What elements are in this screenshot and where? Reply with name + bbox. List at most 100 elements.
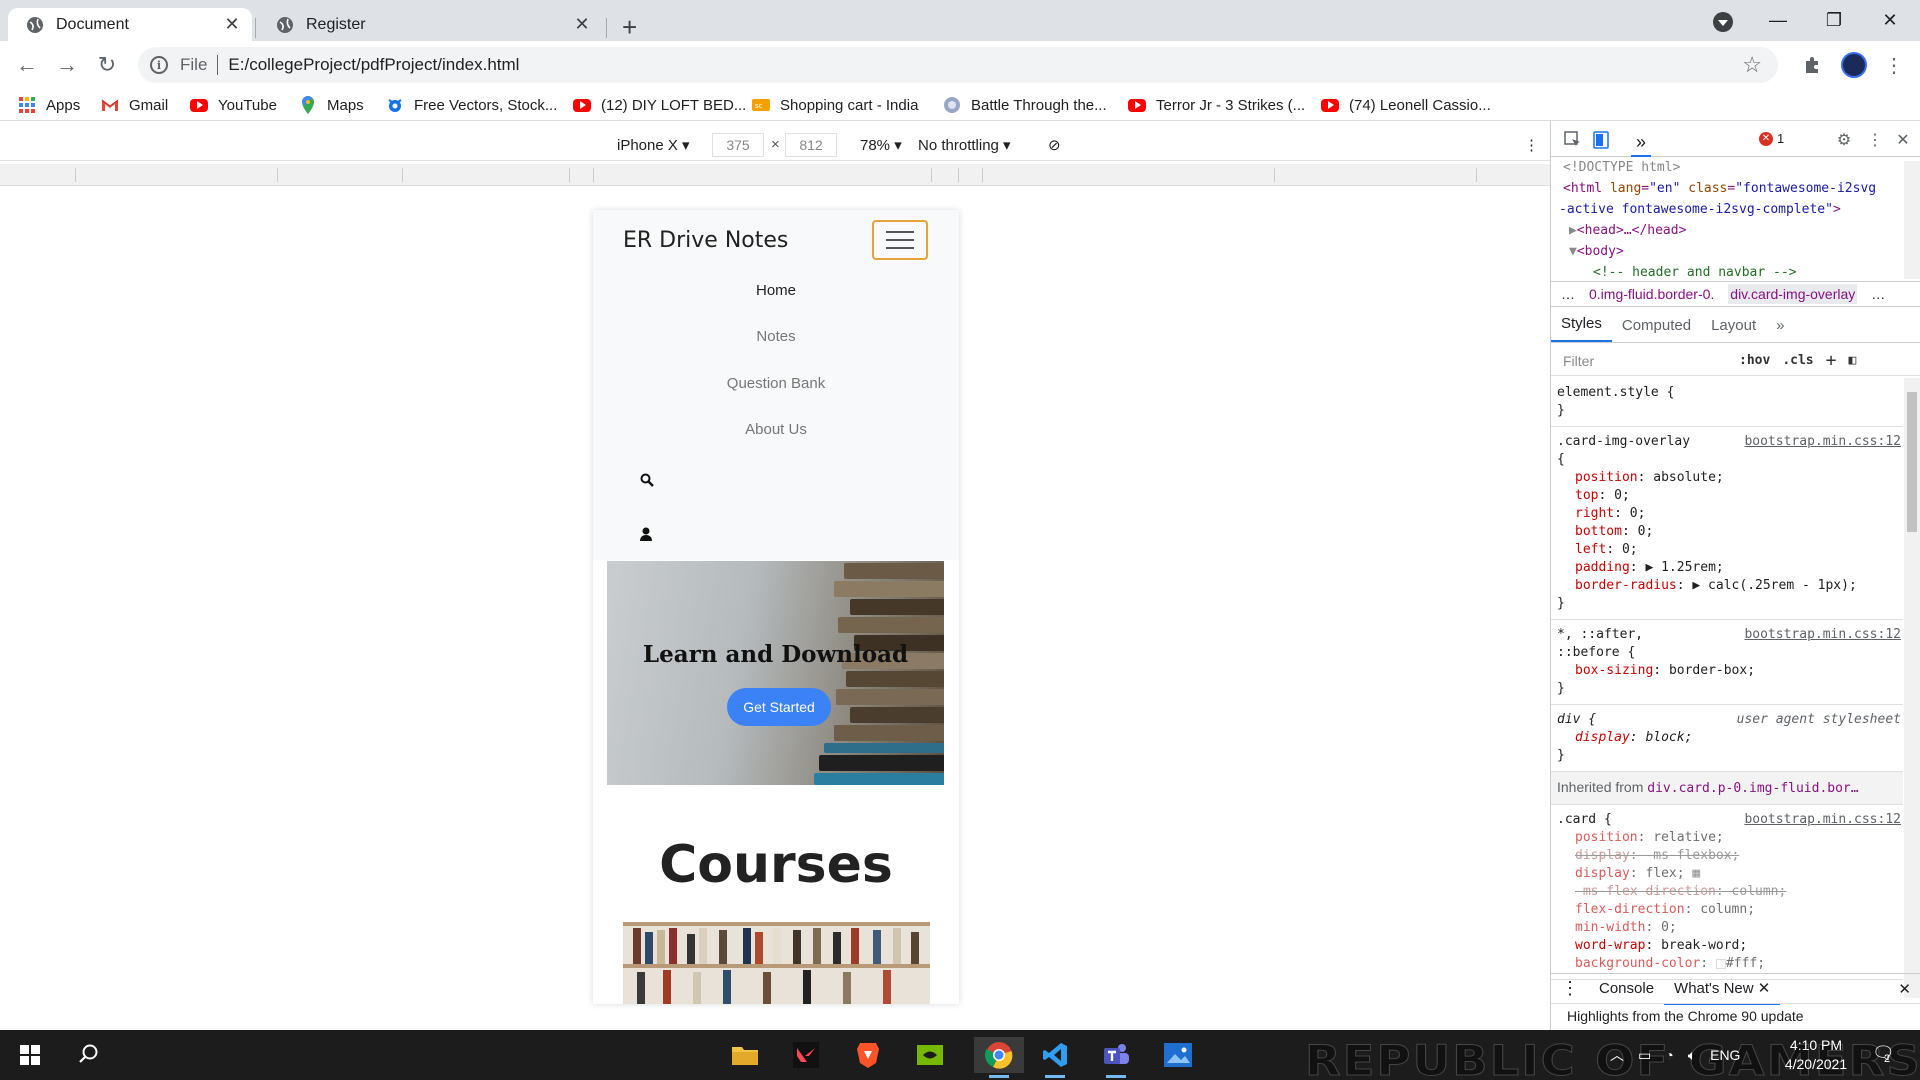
valorant-icon[interactable] bbox=[788, 1037, 824, 1073]
navbar-toggler-icon[interactable] bbox=[872, 220, 928, 260]
tree-body-node[interactable]: ▼<body> bbox=[1559, 241, 1920, 262]
info-icon[interactable]: i bbox=[150, 56, 168, 74]
nav-question-bank[interactable]: Question Bank bbox=[593, 375, 959, 392]
tab-search-icon[interactable] bbox=[1713, 12, 1733, 32]
settings-gear-icon[interactable]: ⚙ bbox=[1834, 130, 1854, 150]
tree-head-node[interactable]: ▶<head>…</head> bbox=[1559, 220, 1920, 241]
clock[interactable]: 4:10 PM 4/20/2021 bbox=[1770, 1036, 1862, 1074]
course-image[interactable] bbox=[623, 922, 930, 1004]
rotate-icon[interactable]: ⊘ bbox=[1048, 136, 1061, 154]
media-query-ruler[interactable] bbox=[0, 164, 1550, 186]
device-height-input[interactable]: 812 bbox=[785, 133, 837, 157]
flex-editor-icon[interactable]: ▦ bbox=[1692, 866, 1700, 881]
get-started-button[interactable]: Get Started bbox=[727, 688, 831, 726]
breadcrumb-item[interactable]: … bbox=[1561, 286, 1575, 302]
declaration[interactable]: position: relative; bbox=[1557, 829, 1903, 847]
bookmark-freepik[interactable]: Free Vectors, Stock... bbox=[386, 94, 557, 116]
tab-layout[interactable]: Layout bbox=[1701, 317, 1766, 342]
windows-start-icon[interactable] bbox=[20, 1045, 40, 1065]
inspect-element-icon[interactable] bbox=[1563, 130, 1583, 150]
declaration[interactable]: flex-direction: column; bbox=[1557, 901, 1903, 919]
wifi-icon[interactable]: ◔ bbox=[1665, 1047, 1673, 1063]
more-tabs-icon[interactable]: » bbox=[1766, 317, 1794, 342]
styles-scrollbar[interactable] bbox=[1904, 378, 1920, 998]
tree-scrollbar[interactable] bbox=[1904, 161, 1920, 279]
zoom-select[interactable]: 78% ▾ bbox=[860, 136, 902, 154]
declaration[interactable]: right: 0; bbox=[1557, 505, 1903, 523]
throttling-select[interactable]: No throttling ▾ bbox=[918, 136, 1011, 154]
tab-computed[interactable]: Computed bbox=[1612, 317, 1701, 342]
teams-icon[interactable] bbox=[1098, 1037, 1134, 1078]
menu-kebab-icon[interactable]: ⋮ bbox=[1882, 53, 1906, 77]
forward-arrow-icon[interactable]: → bbox=[51, 49, 83, 81]
close-icon[interactable]: ✕ bbox=[222, 14, 242, 35]
tray-chevron-icon[interactable]: ︿ bbox=[1610, 1045, 1624, 1065]
bookmark-battle-through[interactable]: Battle Through the... bbox=[943, 94, 1107, 116]
chrome-icon[interactable] bbox=[974, 1037, 1024, 1078]
rule-source-link[interactable]: bootstrap.min.css:12 bbox=[1744, 811, 1901, 829]
declaration[interactable]: position: absolute; bbox=[1557, 469, 1903, 487]
bookmark-diy-loft-bed[interactable]: (12) DIY LOFT BED... bbox=[573, 94, 746, 116]
nav-notes[interactable]: Notes bbox=[593, 328, 959, 345]
new-tab-plus-icon[interactable]: + bbox=[622, 14, 637, 40]
device-toggle-icon[interactable] bbox=[1591, 130, 1611, 150]
brave-icon[interactable] bbox=[850, 1037, 886, 1073]
more-tabs-icon[interactable]: » bbox=[1631, 130, 1651, 157]
tab-styles[interactable]: Styles bbox=[1551, 315, 1612, 342]
declaration[interactable]: top: 0; bbox=[1557, 487, 1903, 505]
drawer-tab-whats-new[interactable]: What's New ✕ bbox=[1664, 973, 1781, 1005]
bookmark-gmail[interactable]: Gmail bbox=[101, 94, 168, 116]
rule-universal[interactable]: *, ::after, bootstrap.min.css:12 ::befor… bbox=[1551, 620, 1903, 705]
battery-icon[interactable]: ▭ bbox=[1638, 1047, 1651, 1064]
declaration[interactable]: box-sizing: border-box; bbox=[1557, 662, 1903, 680]
nav-about-us[interactable]: About Us bbox=[593, 421, 959, 438]
styles-filter-input[interactable]: Filter bbox=[1557, 349, 1727, 373]
bookmark-leonell-cassio[interactable]: (74) Leonell Cassio... bbox=[1321, 94, 1491, 116]
drawer-tab-console[interactable]: Console bbox=[1589, 974, 1664, 1003]
profile-avatar[interactable] bbox=[1841, 52, 1867, 78]
taskbar-search-icon[interactable] bbox=[78, 1043, 100, 1065]
new-rule-plus-icon[interactable]: + bbox=[1826, 350, 1837, 371]
hov-toggle[interactable]: :hov bbox=[1739, 353, 1770, 368]
declaration[interactable]: border-radius: ▶ calc(.25rem - 1px); bbox=[1557, 577, 1903, 595]
rule-card[interactable]: .card { bootstrap.min.css:12 position: r… bbox=[1551, 805, 1903, 980]
rule-div-ua[interactable]: div { user agent stylesheet display: blo… bbox=[1551, 705, 1903, 772]
address-bar[interactable]: i File E:/collegeProject/pdfProject/inde… bbox=[138, 47, 1778, 83]
nav-home[interactable]: Home bbox=[593, 282, 959, 299]
site-brand[interactable]: ER Drive Notes bbox=[623, 228, 788, 253]
search-icon[interactable] bbox=[640, 473, 654, 487]
bookmark-star-icon[interactable]: ☆ bbox=[1742, 52, 1762, 78]
bookmark-terror-jr[interactable]: Terror Jr - 3 Strikes (... bbox=[1128, 94, 1305, 116]
drawer-close-icon[interactable]: ✕ bbox=[1898, 980, 1911, 998]
device-options-kebab-icon[interactable]: ⋮ bbox=[1524, 136, 1539, 154]
vscode-icon[interactable] bbox=[1037, 1037, 1073, 1078]
close-icon[interactable]: ✕ bbox=[572, 14, 592, 35]
declaration[interactable]: word-wrap: break-word; bbox=[1557, 937, 1903, 955]
bookmark-apps[interactable]: Apps bbox=[18, 94, 80, 116]
rule-source-link[interactable]: bootstrap.min.css:12 bbox=[1744, 626, 1901, 644]
drawer-menu-kebab-icon[interactable]: ⋮ bbox=[1551, 972, 1589, 1005]
breadcrumb-item[interactable]: 0.img-fluid.border-0. bbox=[1589, 286, 1714, 302]
declaration[interactable]: background-color: #fff; bbox=[1557, 955, 1903, 973]
rule-card-img-overlay[interactable]: .card-img-overlay bootstrap.min.css:12 {… bbox=[1551, 427, 1903, 620]
declaration[interactable]: left: 0; bbox=[1557, 541, 1903, 559]
declaration[interactable]: display: block; bbox=[1557, 729, 1903, 747]
declaration-overridden[interactable]: display: -ms-flexbox; bbox=[1557, 847, 1903, 865]
window-close-icon[interactable]: ✕ bbox=[1870, 6, 1910, 34]
breadcrumb-item[interactable]: … bbox=[1871, 286, 1885, 302]
language-indicator[interactable]: ENG bbox=[1710, 1047, 1740, 1063]
back-arrow-icon[interactable]: ← bbox=[11, 49, 43, 81]
tree-comment[interactable]: <!-- header and navbar --> bbox=[1559, 262, 1920, 277]
notification-center-icon[interactable]: 🗨︎ 2 bbox=[1872, 1043, 1895, 1065]
bookmark-maps[interactable]: Maps bbox=[299, 94, 364, 116]
tab-document[interactable]: Document ✕ bbox=[8, 8, 252, 41]
declaration[interactable]: display: flex; ▦ bbox=[1557, 865, 1903, 883]
tree-html-node[interactable]: <html lang="en" class="fontawesome-i2svg bbox=[1559, 178, 1920, 199]
cls-toggle[interactable]: .cls bbox=[1782, 353, 1813, 368]
error-badge[interactable]: ✕ 1 bbox=[1759, 131, 1784, 146]
tab-register[interactable]: Register ✕ bbox=[258, 8, 602, 41]
declaration-overridden[interactable]: -ms-flex-direction: column; bbox=[1557, 883, 1903, 901]
declaration[interactable]: bottom: 0; bbox=[1557, 523, 1903, 541]
toggle-sidebar-icon[interactable]: ◧ bbox=[1848, 353, 1856, 368]
nvidia-icon[interactable] bbox=[912, 1037, 948, 1073]
